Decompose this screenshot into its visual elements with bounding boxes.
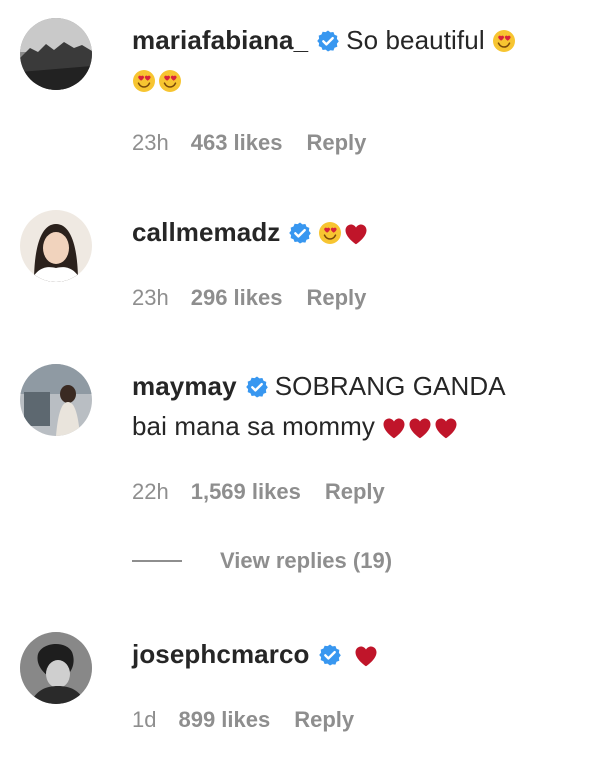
red-heart-emoji-icon	[344, 223, 368, 245]
replies-divider	[132, 560, 182, 562]
comment-text: So beautiful	[346, 25, 485, 55]
likes-count[interactable]: 296 likes	[191, 285, 283, 310]
red-heart-emoji-icon	[382, 417, 406, 439]
timestamp: 23h	[132, 285, 169, 310]
reply-button[interactable]: Reply	[306, 285, 366, 310]
view-replies-button[interactable]: View replies (19)	[132, 548, 392, 574]
reply-button[interactable]: Reply	[325, 479, 385, 504]
avatar[interactable]	[20, 364, 92, 436]
comment-meta: 1d 899 likes Reply	[132, 707, 378, 733]
comment-meta: 23h 463 likes Reply	[132, 130, 390, 156]
timestamp: 22h	[132, 479, 169, 504]
timestamp: 1d	[132, 707, 157, 732]
comment-text: bai mana sa mommy	[132, 411, 375, 441]
verified-badge-icon	[288, 221, 312, 245]
red-heart-emoji-icon	[408, 417, 432, 439]
avatar[interactable]	[20, 18, 92, 90]
avatar[interactable]	[20, 632, 92, 704]
comment-text: SOBRANG GANDA	[274, 371, 506, 401]
reply-button[interactable]: Reply	[306, 130, 366, 155]
heart-eyes-emoji-icon	[132, 69, 156, 93]
verified-badge-icon	[245, 375, 269, 399]
comment-meta: 22h 1,569 likes Reply	[132, 479, 409, 505]
likes-count[interactable]: 463 likes	[191, 130, 283, 155]
avatar[interactable]	[20, 210, 92, 282]
red-heart-emoji-icon	[354, 645, 378, 667]
username[interactable]: maymay	[132, 371, 237, 401]
timestamp: 23h	[132, 130, 169, 155]
verified-badge-icon	[316, 29, 340, 53]
reply-button[interactable]: Reply	[294, 707, 354, 732]
verified-badge-icon	[318, 643, 342, 667]
username[interactable]: mariafabiana_	[132, 25, 308, 55]
username[interactable]: josephcmarco	[132, 639, 310, 669]
red-heart-emoji-icon	[434, 417, 458, 439]
heart-eyes-emoji-icon	[492, 29, 516, 53]
likes-count[interactable]: 1,569 likes	[191, 479, 301, 504]
view-replies-label: View replies (19)	[220, 548, 393, 573]
heart-eyes-emoji-icon	[318, 221, 342, 245]
username[interactable]: callmemadz	[132, 217, 280, 247]
comment-meta: 23h 296 likes Reply	[132, 285, 390, 311]
likes-count[interactable]: 899 likes	[178, 707, 270, 732]
heart-eyes-emoji-icon	[158, 69, 182, 93]
